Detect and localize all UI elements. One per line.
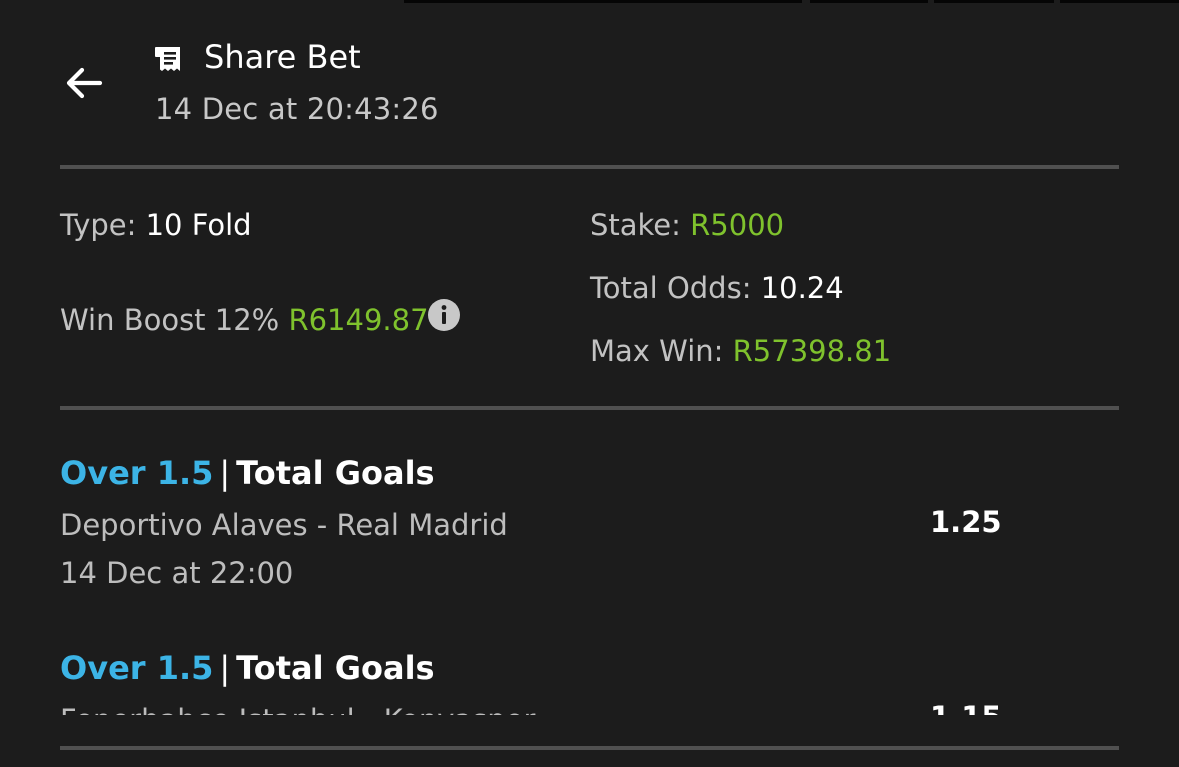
selection-event: Deportivo Alaves - Real Madrid [60,508,508,542]
selection-pick: Over 1.5 [60,454,214,492]
selection-market: Over 1.5 | Total Goals [60,649,435,687]
selection-odds: 1.15 [930,700,1002,715]
selection-pick: Over 1.5 [60,649,214,687]
selection-separator: | [219,454,231,492]
selection-date: 14 Dec at 22:00 [60,556,294,590]
selection-market-name: Total Goals [236,649,435,687]
selection-odds: 1.25 [930,505,1002,539]
divider [60,746,1119,750]
selection-separator: | [219,649,231,687]
selection-market: Over 1.5 | Total Goals [60,454,435,492]
selection-event: Fenerbahce Istanbul - Konyaspor [60,703,535,715]
selection-market-name: Total Goals [236,454,435,492]
selections-list[interactable]: Over 1.5 | Total Goals Deportivo Alaves - … [0,0,1179,715]
